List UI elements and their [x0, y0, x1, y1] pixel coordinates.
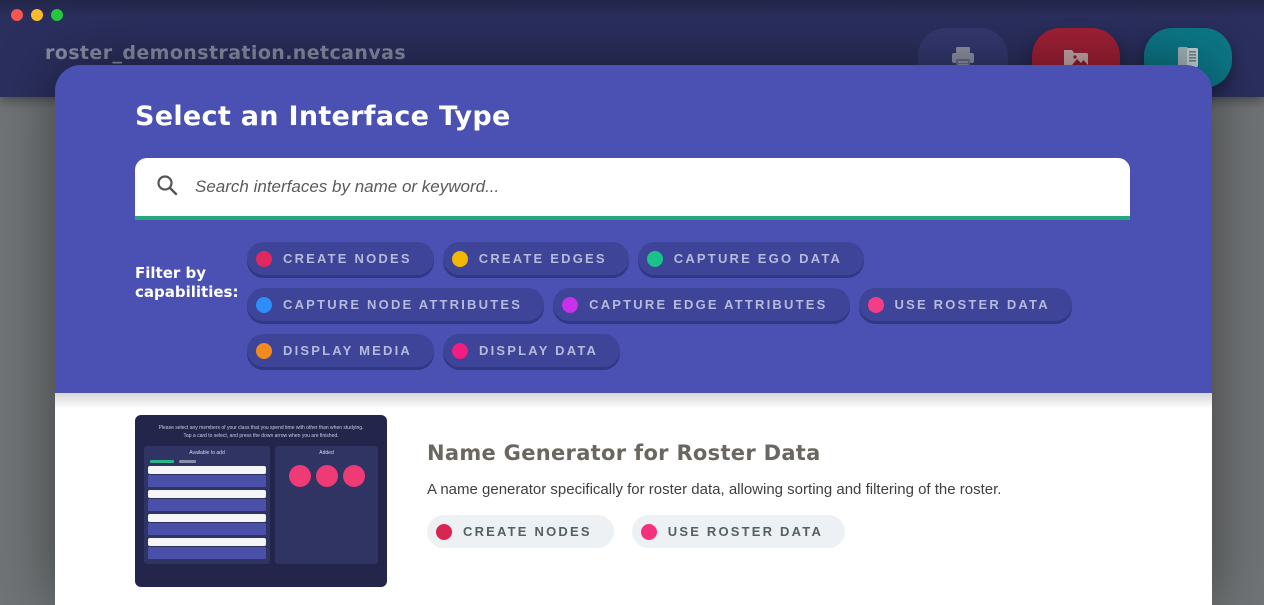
thumbnail-roster-card — [148, 466, 266, 487]
interface-card-name-generator-roster[interactable]: Please select any members of your class … — [135, 415, 1132, 587]
thumbnail-added-panel: Added — [275, 446, 378, 564]
thumbnail-roster-panel: Available to add — [144, 446, 270, 564]
search-icon — [135, 173, 193, 202]
interface-card-info: Name Generator for Roster Data A name ge… — [427, 415, 1001, 587]
dialog-header: Select an Interface Type Filter by capab… — [55, 65, 1212, 393]
chip-label: CAPTURE NODE ATTRIBUTES — [283, 297, 522, 312]
filter-chip-create-edges[interactable]: CREATE EDGES — [443, 242, 629, 275]
filter-chip-display-data[interactable]: DISPLAY DATA — [443, 334, 620, 367]
interface-search — [135, 158, 1130, 220]
chip-label: CREATE EDGES — [479, 251, 607, 266]
capability-dot-icon — [868, 297, 884, 313]
dialog-title: Select an Interface Type — [135, 101, 1132, 132]
chip-label: CREATE NODES — [463, 524, 592, 539]
interface-type-dialog: Select an Interface Type Filter by capab… — [55, 65, 1212, 605]
protocol-title: roster_demonstration.netcanvas — [45, 42, 406, 64]
thumbnail-instructions: Please select any members of your class … — [158, 425, 364, 441]
filter-chip-capture-node-attributes[interactable]: CAPTURE NODE ATTRIBUTES — [247, 288, 544, 321]
filter-chip-use-roster-data[interactable]: USE ROSTER DATA — [859, 288, 1072, 321]
chip-label: DISPLAY MEDIA — [283, 343, 412, 358]
filter-chip-capture-edge-attributes[interactable]: CAPTURE EDGE ATTRIBUTES — [553, 288, 849, 321]
filter-chip-capture-ego-data[interactable]: CAPTURE EGO DATA — [638, 242, 864, 275]
thumbnail-sort-controls — [150, 460, 266, 463]
capability-dot-icon — [452, 343, 468, 359]
thumbnail-roster-card — [148, 538, 266, 559]
filter-chip-display-media[interactable]: DISPLAY MEDIA — [247, 334, 434, 367]
interface-card-capabilities: CREATE NODES USE ROSTER DATA — [427, 515, 1001, 548]
thumbnail-added-nodes — [279, 465, 374, 487]
filter-label: Filter by capabilities: — [135, 242, 247, 367]
capability-dot-icon — [256, 297, 272, 313]
thumbnail-roster-card — [148, 514, 266, 535]
thumbnail-roster-panel-title: Available to add — [148, 450, 266, 456]
capability-dot-icon — [647, 251, 663, 267]
interface-card-description: A name generator specifically for roster… — [427, 481, 1001, 498]
capability-dot-icon — [256, 251, 272, 267]
interface-card-title: Name Generator for Roster Data — [427, 441, 1001, 465]
capability-dot-icon — [452, 251, 468, 267]
capability-dot-icon — [641, 524, 657, 540]
capability-dot-icon — [256, 343, 272, 359]
filter-chip-create-nodes[interactable]: CREATE NODES — [247, 242, 434, 275]
thumbnail-roster-card — [148, 490, 266, 511]
close-window-icon[interactable] — [11, 9, 23, 21]
chip-label: DISPLAY DATA — [479, 343, 598, 358]
app-window: roster_demonstration.netcanvas — [0, 0, 1264, 605]
interface-results: Please select any members of your class … — [55, 393, 1212, 605]
minimize-window-icon[interactable] — [31, 9, 43, 21]
capability-dot-icon — [562, 297, 578, 313]
capability-badge-create-nodes: CREATE NODES — [427, 515, 614, 548]
chip-label: CREATE NODES — [283, 251, 412, 266]
capability-filter: Filter by capabilities: CREATE NODES CRE… — [135, 242, 1132, 367]
chip-label: CAPTURE EGO DATA — [674, 251, 842, 266]
thumbnail-added-panel-title: Added — [279, 450, 374, 456]
capability-dot-icon — [436, 524, 452, 540]
capability-badge-use-roster-data: USE ROSTER DATA — [632, 515, 845, 548]
interface-preview-thumbnail[interactable]: Please select any members of your class … — [135, 415, 387, 587]
capability-chip-list: CREATE NODES CREATE EDGES CAPTURE EGO DA… — [247, 242, 1132, 367]
chip-label: CAPTURE EDGE ATTRIBUTES — [589, 297, 827, 312]
zoom-window-icon[interactable] — [51, 9, 63, 21]
chip-label: USE ROSTER DATA — [668, 524, 823, 539]
window-controls — [11, 9, 63, 21]
search-input[interactable] — [193, 157, 1130, 217]
chip-label: USE ROSTER DATA — [895, 297, 1050, 312]
thumbnail-panels: Available to add — [144, 446, 378, 564]
